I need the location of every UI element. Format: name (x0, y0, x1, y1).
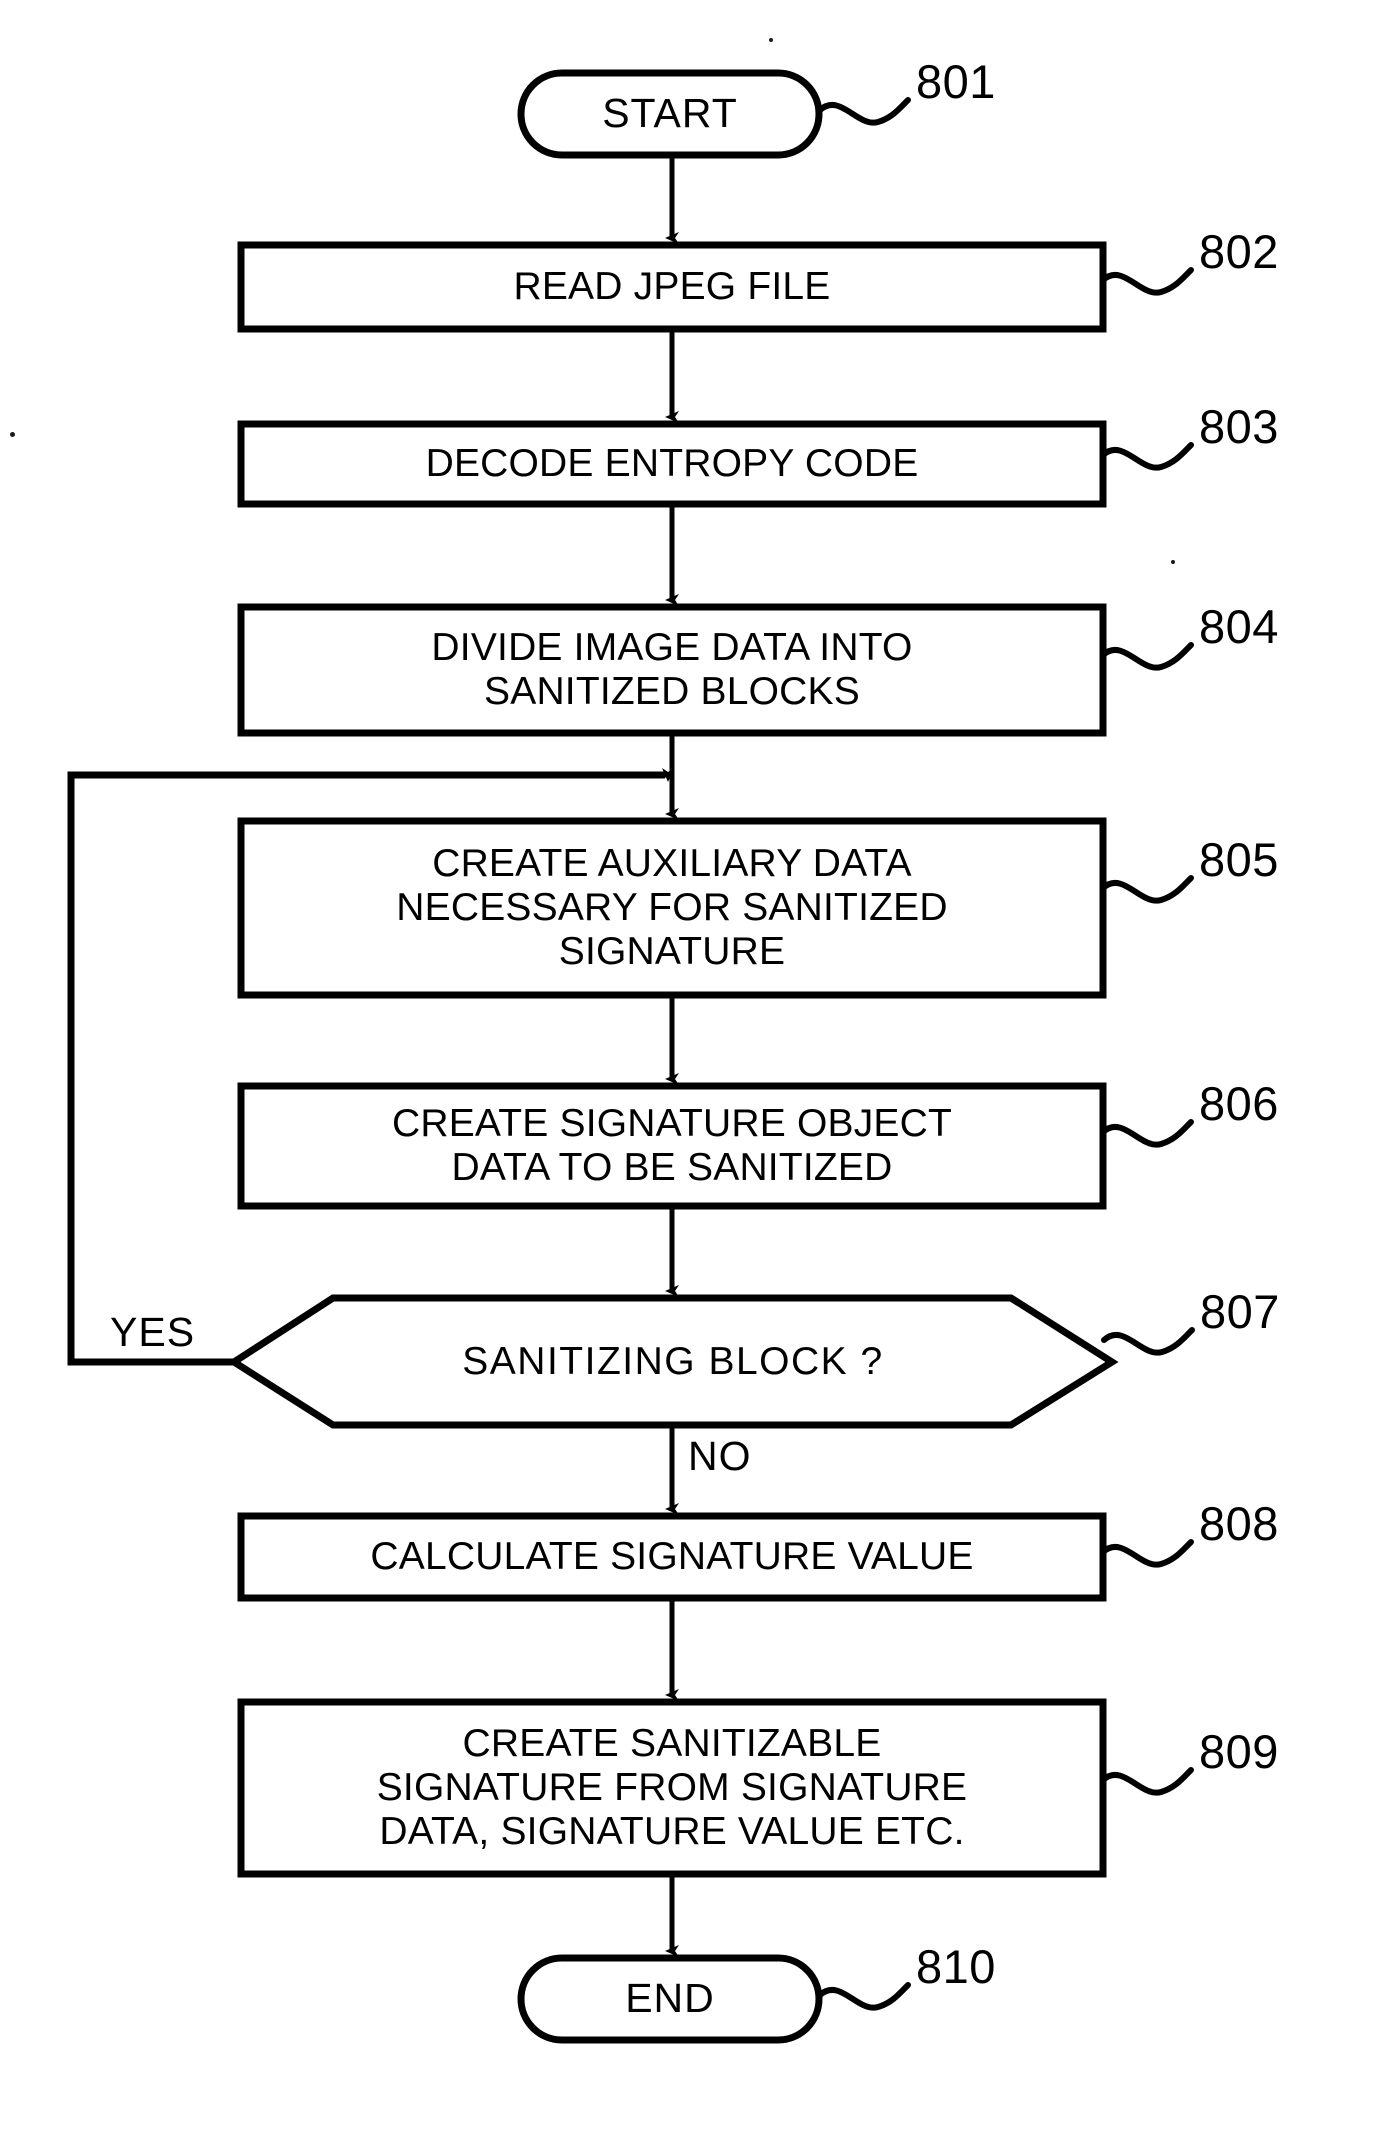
read-jpeg-box-shape (237, 241, 1107, 333)
divide-image-box-shape (237, 603, 1107, 737)
create-signature-object-box-shape (237, 1082, 1107, 1210)
yes-feedback-loop (67, 771, 665, 1366)
leader-801 (817, 97, 911, 126)
leader-805 (1100, 875, 1194, 904)
sanitizing-block-hexagon-shape (227, 1294, 1119, 1429)
leader-804 (1100, 642, 1194, 671)
scan-speck (10, 432, 15, 437)
flowchart-figure: START READ JPEG FILE DECODE ENTROPY CODE… (0, 0, 1384, 2135)
end-terminal-shape (517, 1954, 823, 2044)
leader-803 (1100, 442, 1194, 471)
create-auxiliary-box-shape (237, 817, 1107, 999)
calculate-signature-box-shape (237, 1512, 1107, 1602)
create-sanitizable-box-shape (237, 1698, 1107, 1878)
start-terminal-shape (517, 69, 823, 159)
flowchart-geometry (67, 69, 1195, 2044)
leader-809 (1100, 1767, 1194, 1796)
scan-speck (1171, 560, 1175, 564)
leader-806 (1100, 1119, 1194, 1148)
leader-802 (1100, 267, 1194, 296)
scan-speck (769, 38, 773, 42)
leader-807 (1101, 1327, 1195, 1356)
leader-808 (1100, 1539, 1194, 1568)
decode-entropy-box-shape (237, 420, 1107, 508)
leader-810 (817, 1982, 911, 2011)
